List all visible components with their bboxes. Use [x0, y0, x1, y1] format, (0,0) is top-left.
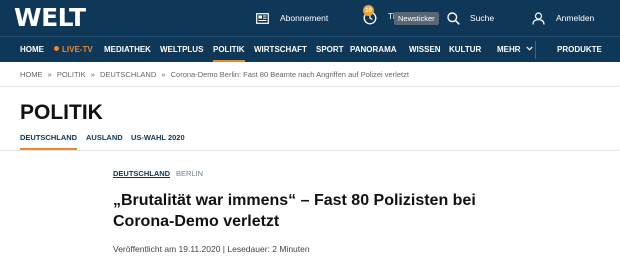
topic-link-berlin[interactable]: BERLIN	[176, 169, 203, 178]
breadcrumb-politik[interactable]: POLITIK	[57, 70, 86, 79]
live-dot-icon	[54, 46, 59, 51]
nav-item-panorama[interactable]: PANORAMA	[350, 37, 397, 62]
nav-item-produkte[interactable]: PRODUKTE	[557, 37, 602, 62]
abonnement-label: Abonnement	[280, 13, 329, 23]
nav-item-home[interactable]: HOME	[20, 37, 44, 62]
breadcrumb-current: Corona-Demo Berlin: Fast 80 Beamte nach …	[170, 70, 409, 79]
divider	[0, 86, 620, 87]
breadcrumb-deutschland[interactable]: DEUTSCHLAND	[100, 70, 156, 79]
top-header: WELT Abonnement 10 Ti Newsticker Suche A	[0, 0, 620, 36]
subnav-ausland[interactable]: AUSLAND	[86, 133, 123, 142]
nav-live-label: LIVE-TV	[62, 45, 93, 54]
nav-item-mehr[interactable]: MEHR	[497, 37, 533, 62]
nav-mehr-label: MEHR	[497, 45, 521, 54]
article-meta: Veröffentlicht am 19.11.2020 | Lesedauer…	[113, 244, 310, 254]
nav-item-wissen[interactable]: WISSEN	[409, 37, 441, 62]
main-nav: HOME LIVE-TV MEDIATHEK WELTPLUS POLITIK …	[0, 36, 620, 62]
breadcrumb-home[interactable]: HOME	[20, 70, 43, 79]
breadcrumb-separator: »	[47, 70, 52, 79]
search-icon	[447, 11, 460, 25]
nav-item-politik[interactable]: POLITIK	[213, 37, 245, 62]
newspaper-icon	[256, 12, 269, 24]
breadcrumb: HOME » POLITIK » DEUTSCHLAND » Corona-De…	[20, 70, 409, 79]
breadcrumb-separator: »	[161, 70, 166, 79]
welt-logo[interactable]: WELT	[14, 3, 86, 32]
nav-item-kultur[interactable]: KULTUR	[449, 37, 481, 62]
subnav-deutschland[interactable]: DEUTSCHLAND	[20, 133, 78, 150]
newsticker-tooltip: Newsticker	[394, 12, 439, 25]
breadcrumb-separator: »	[90, 70, 95, 79]
chevron-down-icon	[526, 46, 533, 51]
nav-item-wirtschaft[interactable]: WIRTSCHAFT	[254, 37, 307, 62]
nav-item-mediathek[interactable]: MEDIATHEK	[104, 37, 151, 62]
subnav-us-wahl[interactable]: US-WAHL 2020	[131, 133, 185, 142]
login-button[interactable]: Anmelden	[532, 0, 594, 36]
login-label: Anmelden	[556, 13, 595, 23]
user-icon	[532, 11, 545, 25]
topic-link-deutschland[interactable]: DEUTSCHLAND	[113, 169, 170, 178]
search-button[interactable]: Suche	[447, 0, 494, 36]
nav-item-sport[interactable]: SPORT	[316, 37, 344, 62]
nav-divider	[535, 41, 536, 59]
search-label: Suche	[470, 13, 495, 23]
nav-item-live-tv[interactable]: LIVE-TV	[54, 37, 93, 62]
abonnement-link[interactable]: Abonnement	[256, 0, 328, 36]
section-title: POLITIK	[20, 101, 103, 124]
article-headline: „Brutalität war immens“ – Fast 80 Polizi…	[113, 192, 476, 230]
divider	[0, 150, 620, 151]
nav-item-weltplus[interactable]: WELTPLUS	[160, 37, 203, 62]
newsticker-badge: 10	[363, 5, 374, 16]
